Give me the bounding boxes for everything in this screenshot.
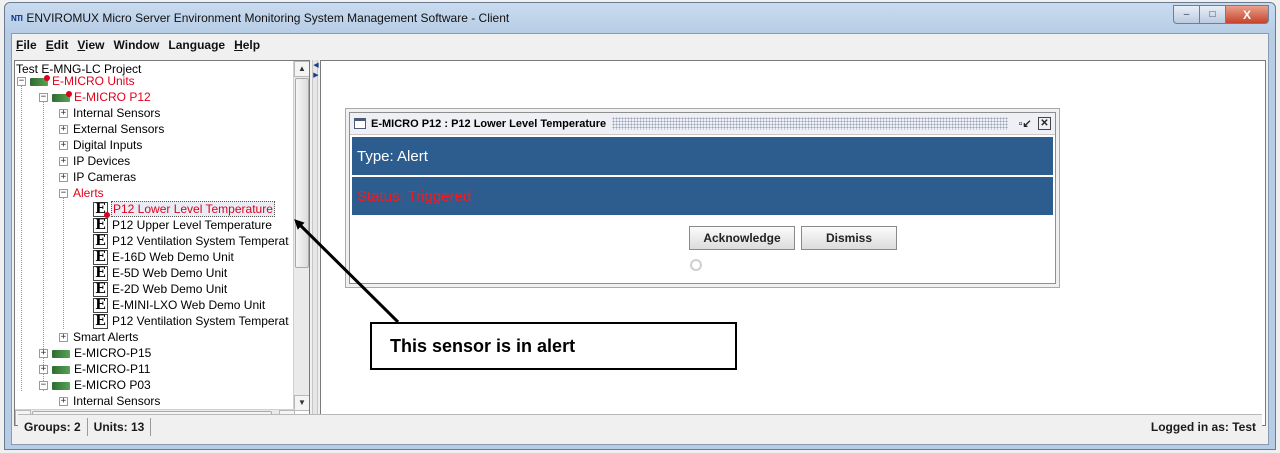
alert-type: Type: Alert xyxy=(357,147,428,165)
alert-item[interactable]: E P12 Ventilation System Temperat xyxy=(93,233,290,250)
dismiss-button[interactable]: Dismiss xyxy=(801,226,897,250)
tree-vertical-scrollbar[interactable]: ▲ ▼ xyxy=(293,61,309,411)
device-group-icon xyxy=(30,74,50,86)
tree-node-ip-devices[interactable]: + IP Devices xyxy=(59,153,131,169)
e-alert-icon: E xyxy=(93,298,108,314)
window-icon xyxy=(354,118,366,129)
expand-toggle[interactable]: + xyxy=(59,397,68,407)
alert-item[interactable]: E P12 Ventilation System Temperat xyxy=(93,313,290,330)
tree-node-unit-p12[interactable]: − E-MICRO P12 xyxy=(39,89,152,105)
collapse-left-icon[interactable]: ◀ xyxy=(313,62,319,69)
alert-item-selected[interactable]: E P12 Lower Level Temperature xyxy=(93,201,275,219)
minimize-button[interactable]: – xyxy=(1173,5,1199,24)
expand-toggle[interactable]: + xyxy=(59,125,68,135)
expand-toggle[interactable]: + xyxy=(59,173,68,183)
close-button[interactable]: X xyxy=(1225,5,1269,24)
collapse-toggle[interactable]: − xyxy=(59,189,68,199)
window-controls: – □ X xyxy=(1173,5,1269,24)
tree-connector xyxy=(21,85,22,391)
collapse-right-icon[interactable]: ▶ xyxy=(313,72,319,79)
units-count: Units: 13 xyxy=(88,417,152,436)
e-alert-icon: E xyxy=(93,250,108,266)
expand-toggle[interactable]: + xyxy=(59,141,68,151)
device-unit-icon xyxy=(52,349,70,358)
close-icon[interactable]: ✕ xyxy=(1038,117,1051,130)
alert-window-title: E-MICRO P12 : P12 Lower Level Temperatur… xyxy=(371,117,607,130)
spinner-icon xyxy=(690,259,702,271)
collapse-toggle[interactable]: − xyxy=(39,93,48,103)
status-bar: Groups: 2 Units: 13 Logged in as: Test xyxy=(18,414,1262,438)
e-alert-icon: E xyxy=(93,266,108,282)
menu-edit[interactable]: Edit xyxy=(46,38,69,52)
tree-node-p03-internal-sensors[interactable]: + Internal Sensors xyxy=(59,393,161,409)
scroll-down-icon[interactable]: ▼ xyxy=(294,395,309,411)
title-bar[interactable]: NTI ENVIROMUX Micro Server Environment M… xyxy=(5,3,1275,33)
expand-toggle[interactable]: + xyxy=(59,109,68,119)
client-area: File Edit View Window Language Help Test… xyxy=(11,33,1269,445)
callout-text: This sensor is in alert xyxy=(390,335,576,356)
collapse-toggle[interactable]: − xyxy=(17,77,26,87)
alert-status: Status: Triggered xyxy=(357,187,472,205)
titlebar-grip xyxy=(612,117,1008,130)
menu-help[interactable]: Help xyxy=(234,38,260,52)
e-alert-icon: E xyxy=(93,282,108,298)
tree-node-ip-cameras[interactable]: + IP Cameras xyxy=(59,169,137,185)
collapse-toggle[interactable]: − xyxy=(39,381,48,391)
project-tree-panel: Test E-MNG-LC Project − E-MICRO Units − E-… xyxy=(14,60,310,426)
tree-node-smart-alerts[interactable]: + Smart Alerts xyxy=(59,329,139,345)
menu-file[interactable]: File xyxy=(16,38,37,52)
menu-window[interactable]: Window xyxy=(114,38,160,52)
scroll-thumb[interactable] xyxy=(295,78,309,268)
internal-desktop: E-MICRO P12 : P12 Lower Level Temperatur… xyxy=(320,60,1266,426)
e-alert-icon: E xyxy=(93,218,108,234)
annotation-callout: This sensor is in alert xyxy=(370,322,737,370)
alert-type-band: Type: Alert xyxy=(352,137,1053,175)
tree-node-unit-p03[interactable]: − E-MICRO P03 xyxy=(39,377,152,393)
alert-status-band: Status: Triggered xyxy=(352,177,1053,215)
scroll-up-icon[interactable]: ▲ xyxy=(294,61,309,77)
tree-node-unit-p15[interactable]: + E-MICRO-P15 xyxy=(39,345,152,361)
maximize-button[interactable]: □ xyxy=(1199,5,1225,24)
alert-actions: Acknowledge Dismiss xyxy=(689,226,903,250)
project-tree: Test E-MNG-LC Project − E-MICRO Units − E-… xyxy=(15,61,295,411)
tree-node-internal-sensors[interactable]: + Internal Sensors xyxy=(59,105,161,121)
acknowledge-button[interactable]: Acknowledge xyxy=(689,226,795,250)
app-window: NTI ENVIROMUX Micro Server Environment M… xyxy=(4,2,1276,450)
expand-toggle[interactable]: + xyxy=(59,157,68,167)
alert-item[interactable]: E E-2D Web Demo Unit xyxy=(93,281,228,298)
alert-item[interactable]: E P12 Upper Level Temperature xyxy=(93,217,273,234)
tree-node-alerts[interactable]: − Alerts xyxy=(59,185,105,201)
e-alert-icon: E xyxy=(93,202,110,219)
tree-node-unit-p11[interactable]: + E-MICRO-P11 xyxy=(39,361,151,377)
tree-connector xyxy=(63,197,64,329)
alert-window-titlebar[interactable]: E-MICRO P12 : P12 Lower Level Temperatur… xyxy=(350,113,1055,135)
menu-language[interactable]: Language xyxy=(168,38,225,52)
alert-item[interactable]: E E-5D Web Demo Unit xyxy=(93,265,228,282)
expand-toggle[interactable]: + xyxy=(59,333,68,343)
nti-logo-icon: NTI xyxy=(11,13,23,23)
logged-in-user: Logged in as: Test xyxy=(1150,419,1256,434)
device-unit-icon xyxy=(52,381,70,390)
alert-item[interactable]: E E-MINI-LXO Web Demo Unit xyxy=(93,297,266,314)
e-alert-icon: E xyxy=(93,234,108,250)
tree-node-external-sensors[interactable]: + External Sensors xyxy=(59,121,165,137)
device-unit-icon xyxy=(52,90,72,102)
restore-icon[interactable]: ▫↙ xyxy=(1018,117,1032,130)
menu-view[interactable]: View xyxy=(77,38,104,52)
expand-toggle[interactable]: + xyxy=(39,365,48,375)
alert-window: E-MICRO P12 : P12 Lower Level Temperatur… xyxy=(349,112,1056,284)
groups-count: Groups: 2 xyxy=(18,417,88,436)
expand-toggle[interactable]: + xyxy=(39,349,48,359)
window-title: ENVIROMUX Micro Server Environment Monit… xyxy=(26,11,510,25)
tree-node-digital-inputs[interactable]: + Digital Inputs xyxy=(59,137,143,153)
alert-item[interactable]: E E-16D Web Demo Unit xyxy=(93,249,235,266)
menu-bar: File Edit View Window Language Help xyxy=(12,34,1268,56)
tree-node-group-emicro[interactable]: − E-MICRO Units xyxy=(17,73,136,89)
device-unit-icon xyxy=(52,365,70,374)
panel-splitter[interactable]: ◀ ▶ xyxy=(312,60,319,426)
e-alert-icon: E xyxy=(93,314,108,330)
